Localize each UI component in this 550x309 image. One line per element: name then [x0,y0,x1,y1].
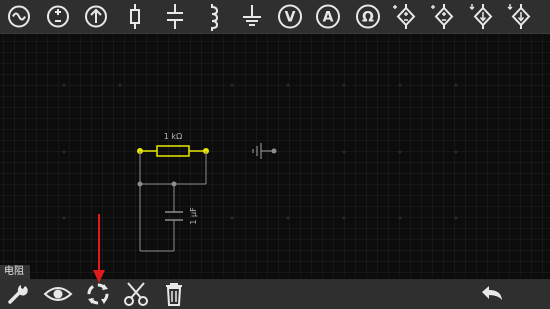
wires [139,151,207,252]
capacitor-value-label: 1 μF [189,207,198,225]
eye-icon[interactable] [42,280,74,308]
dependent-voltage-source-icon[interactable] [391,2,421,31]
voltmeter-icon[interactable]: V [275,2,305,31]
dependent-current-source-icon[interactable] [468,2,498,31]
wrench-icon[interactable] [2,280,34,308]
resistor-value-label: 1 kΩ [164,132,182,141]
capacitor[interactable] [165,211,183,221]
ohmmeter-letter: Ω [362,10,374,26]
current-source-icon[interactable] [81,2,111,31]
wire-node[interactable] [171,181,177,187]
circuit-canvas[interactable]: 1 kΩ 1 μF [0,34,550,278]
inductor-icon[interactable] [198,2,228,31]
dc-source-icon[interactable] [43,2,73,31]
wire-node[interactable] [137,181,143,187]
ground-terminal[interactable] [271,148,277,154]
ground-icon[interactable] [237,2,267,31]
ohmmeter-icon[interactable]: Ω [353,2,383,31]
voltmeter-letter: V [285,10,296,26]
capacitor-icon[interactable] [160,2,190,31]
ground[interactable] [252,143,274,159]
scissors-icon[interactable] [120,280,152,308]
resistor[interactable] [137,145,209,157]
resistor-icon[interactable] [120,2,150,31]
trash-icon[interactable] [158,280,190,308]
undo-icon[interactable] [476,280,508,308]
dependent-voltage-source-icon[interactable] [429,2,459,31]
dependent-current-source-icon[interactable] [506,2,536,31]
ammeter-icon[interactable]: A [313,2,343,31]
ac-source-icon[interactable] [4,2,34,31]
component-toolbar: V A Ω [0,0,550,34]
selected-component-label: 电阻 [0,265,30,279]
action-bar [0,279,550,309]
rotate-icon[interactable] [82,280,114,308]
ammeter-letter: A [323,10,334,26]
grid-nodes [62,83,458,220]
